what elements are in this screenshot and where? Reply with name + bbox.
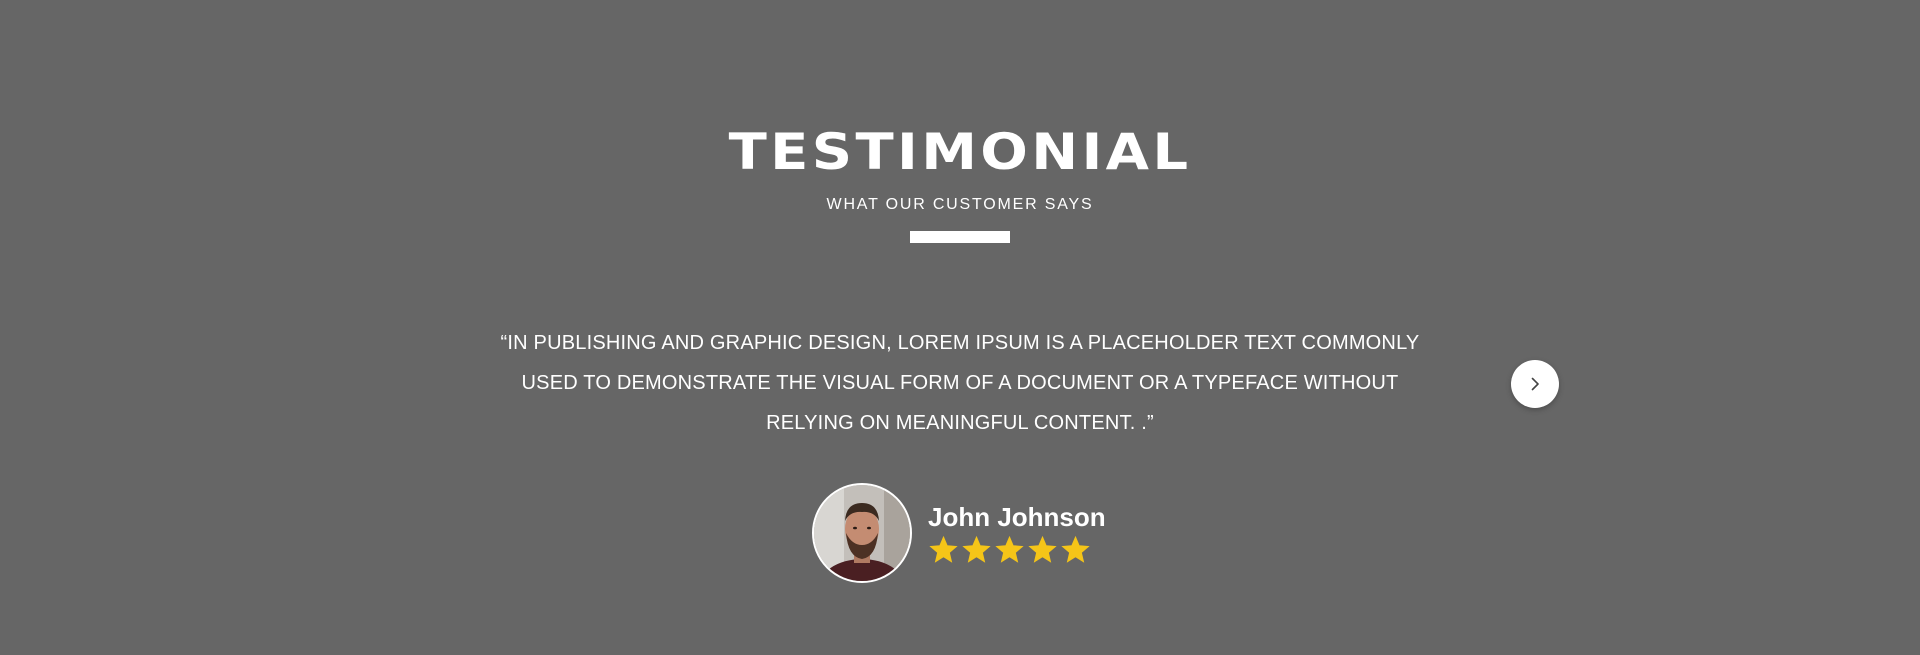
customer-name: John Johnson [928, 502, 1106, 532]
title-divider [910, 231, 1010, 243]
star-icon [1061, 535, 1090, 563]
next-testimonial-button[interactable] [1511, 360, 1559, 408]
star-icon [995, 535, 1024, 563]
customer-avatar [812, 483, 912, 583]
chevron-right-icon [1531, 377, 1539, 391]
section-subtitle: WHAT OUR CUSTOMER SAYS [826, 196, 1094, 213]
testimonial-quote: “IN PUBLISHING AND GRAPHIC DESIGN, LOREM… [500, 332, 1420, 434]
star-icon [962, 535, 991, 563]
rating-stars [928, 533, 1091, 567]
section-title: TESTIMONIAL [728, 123, 1192, 181]
testimonial-section: TESTIMONIAL WHAT OUR CUSTOMER SAYS “IN P… [0, 0, 1920, 655]
star-icon [929, 535, 958, 563]
star-icon [1028, 535, 1057, 563]
